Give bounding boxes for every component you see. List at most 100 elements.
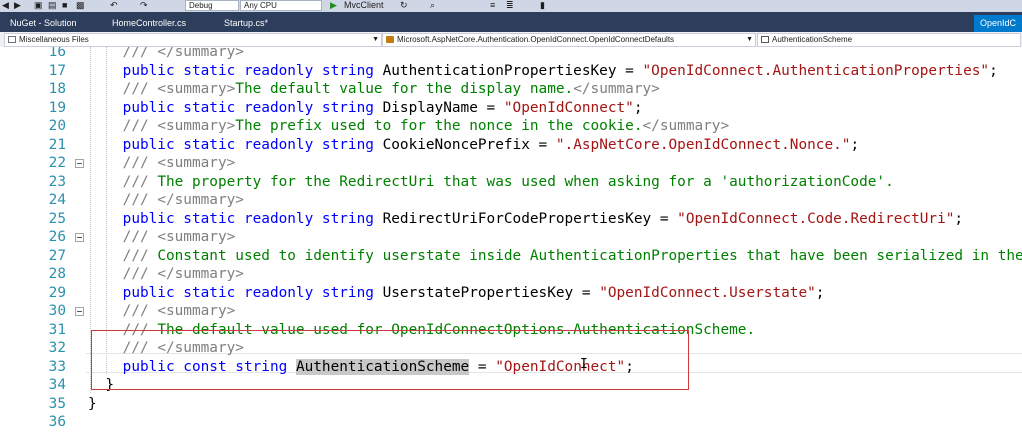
tab-label: Startup.cs*	[224, 18, 269, 28]
play-icon[interactable]: ▶	[330, 0, 337, 11]
tab-openidconnectdefaults[interactable]: OpenIdC	[973, 15, 1022, 32]
line-number: 29	[48, 284, 66, 301]
code-line[interactable]: 30 /// <summary>	[0, 302, 1022, 321]
code-line[interactable]: 27 /// Constant used to identify usersta…	[0, 247, 1022, 266]
open-folder-icon[interactable]: ▤	[48, 0, 57, 11]
forward-icon[interactable]: ▶	[14, 0, 21, 11]
doc-comment-prefix: ///	[122, 247, 158, 264]
code-line[interactable]: 24 /// </summary>	[0, 191, 1022, 210]
code-text: /// </summary>	[88, 47, 244, 62]
code-line[interactable]: 23 /// The property for the RedirectUri …	[0, 173, 1022, 192]
line-number: 28	[48, 266, 66, 282]
doc-tag: <summary>	[157, 118, 236, 134]
code-line[interactable]: 18 /// <summary>The default value for th…	[0, 80, 1022, 99]
bookmark-icon[interactable]: ▮	[540, 0, 545, 11]
code-line[interactable]: 35}	[0, 395, 1022, 414]
doc-comment-prefix: ///	[122, 81, 158, 97]
operator: =	[616, 62, 643, 79]
tab-startup[interactable]: Startup.cs*	[218, 15, 274, 32]
code-line[interactable]: 16 /// </summary>	[0, 47, 1022, 62]
doc-tag: </summary>	[157, 192, 244, 208]
line-number: 32	[48, 340, 66, 356]
code-text: /// <summary>The default value for the d…	[88, 80, 660, 99]
line-number: 25	[48, 210, 66, 227]
type-dropdown[interactable]: Microsoft.AspNetCore.Authentication.Open…	[382, 33, 756, 47]
save-all-icon[interactable]: ▩	[76, 0, 85, 11]
platform-value: Any CPU	[244, 1, 277, 10]
uncomment-icon[interactable]: ≣	[506, 0, 514, 11]
semicolon: ;	[989, 62, 998, 79]
line-number: 20	[48, 118, 66, 134]
keywords: public static readonly string	[122, 62, 383, 79]
doc-tag: </summary>	[157, 47, 244, 60]
line-number: 33	[48, 358, 66, 375]
collapse-icon[interactable]	[75, 233, 84, 242]
run-target-label[interactable]: MvcClient	[344, 0, 384, 11]
code-text: public static readonly string Authentica…	[88, 62, 998, 81]
string-literal: "OpenIdConnect.Userstate"	[599, 284, 816, 301]
code-text: /// <summary>	[88, 154, 236, 173]
code-line[interactable]: 19 public static readonly string Display…	[0, 99, 1022, 118]
annotation-highlight-box	[91, 330, 689, 390]
project-icon	[8, 36, 16, 43]
class-icon	[386, 36, 394, 43]
code-line[interactable]: 22 /// <summary>	[0, 154, 1022, 173]
code-editor[interactable]: 16 /// </summary> 17 public static readon…	[0, 47, 1022, 437]
line-number: 22	[48, 155, 66, 171]
platform-dropdown[interactable]: Any CPU	[240, 0, 322, 11]
member-dropdown[interactable]: AuthenticationScheme	[757, 33, 1021, 47]
new-project-icon[interactable]: ▣	[34, 0, 43, 11]
tab-nuget-solution[interactable]: NuGet - Solution	[4, 15, 83, 32]
collapse-icon[interactable]	[75, 159, 84, 168]
undo-icon[interactable]: ↶	[110, 0, 118, 11]
redo-icon[interactable]: ↷	[140, 0, 148, 11]
code-line[interactable]: 25 public static readonly string Redirec…	[0, 210, 1022, 229]
line-number: 30	[48, 303, 66, 319]
back-icon[interactable]: ◀	[2, 0, 9, 11]
config-dropdown[interactable]: Debug	[185, 0, 239, 11]
code-text: /// <summary>	[88, 302, 236, 321]
keywords: public static readonly string	[122, 210, 383, 227]
operator: =	[573, 284, 600, 301]
doc-comment-prefix: ///	[122, 47, 158, 60]
doc-comment-prefix: ///	[122, 192, 158, 208]
line-number: 19	[48, 99, 66, 116]
code-line[interactable]: 36	[0, 413, 1022, 432]
tab-homecontroller[interactable]: HomeController.cs	[106, 15, 192, 32]
semicolon: ;	[815, 284, 825, 301]
brace: }	[88, 395, 97, 412]
doc-tag: <summary>	[157, 229, 236, 245]
project-label: Miscellaneous Files	[19, 35, 89, 44]
doc-comment-prefix: ///	[122, 229, 158, 245]
operator: =	[477, 99, 504, 116]
code-line[interactable]: 29 public static readonly string Usersta…	[0, 284, 1022, 303]
save-icon[interactable]: ■	[62, 0, 67, 11]
tab-label: HomeController.cs	[112, 18, 187, 28]
field-icon	[761, 36, 769, 43]
config-value: Debug	[189, 1, 213, 10]
code-line[interactable]: 28 /// </summary>	[0, 265, 1022, 284]
refresh-icon[interactable]: ↻	[400, 0, 408, 11]
operator: =	[651, 210, 678, 227]
code-text: /// <summary>The prefix used to for the …	[88, 117, 729, 136]
document-tabs: NuGet - Solution HomeController.cs Start…	[0, 12, 1022, 32]
project-dropdown[interactable]: Miscellaneous Files ▼	[4, 33, 382, 47]
string-literal: ".AspNetCore.OpenIdConnect.Nonce."	[555, 136, 851, 153]
code-line[interactable]: 20 /// <summary>The prefix used to for t…	[0, 117, 1022, 136]
doc-tag: </summary>	[157, 266, 244, 282]
comment-text: The default value for the display name.	[235, 81, 574, 97]
doc-tag: </summary>	[573, 81, 660, 97]
line-number: 24	[48, 192, 66, 208]
line-number: 16	[48, 47, 66, 60]
comment-icon[interactable]: ≡	[490, 0, 495, 11]
find-icon[interactable]: ⌕	[430, 0, 435, 11]
code-text: /// </summary>	[88, 265, 244, 284]
type-label: Microsoft.AspNetCore.Authentication.Open…	[397, 35, 675, 44]
chevron-down-icon: ▼	[746, 36, 753, 43]
code-line[interactable]: 21 public static readonly string CookieN…	[0, 136, 1022, 155]
code-line[interactable]: 17 public static readonly string Authent…	[0, 62, 1022, 81]
code-line[interactable]: 26 /// <summary>	[0, 228, 1022, 247]
doc-tag: <summary>	[157, 303, 236, 319]
identifier: RedirectUriForCodePropertiesKey	[382, 210, 652, 227]
collapse-icon[interactable]	[75, 307, 84, 316]
